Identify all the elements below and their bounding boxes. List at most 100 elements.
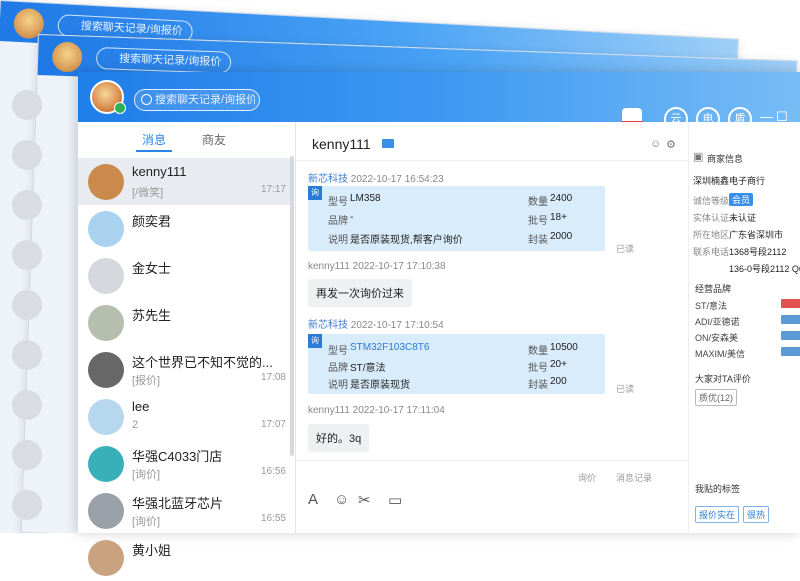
contact-item[interactable]: 金女士 (78, 252, 290, 299)
tab-business-friends[interactable]: 商友 (202, 131, 226, 148)
review-tag[interactable]: 质优(12) (695, 389, 738, 406)
my-tag[interactable]: 报价实在 (695, 506, 740, 523)
brands-title: 经营品牌 (695, 284, 732, 294)
inquiry-link[interactable]: 询价 (578, 471, 596, 484)
contact-time: 17:08 (260, 372, 286, 383)
contact-time: 16:55 (260, 513, 286, 524)
emoji-icon[interactable]: ☺ (334, 491, 349, 508)
ghost-avatar-2 (51, 41, 83, 73)
pack-label: 封装 (528, 235, 548, 246)
sender-name: 新芯科技 (308, 174, 348, 185)
region-value: 广东省深圳市 (729, 230, 784, 240)
member-badge: 会员 (729, 193, 754, 206)
folder-icon[interactable]: ▭ (388, 491, 402, 509)
inquiry-card[interactable]: 询 型号 LM358 品牌 - 说明 是否原装现货,帮客户询价 数量 2400 … (308, 186, 605, 251)
brand-label: 品牌 (328, 363, 348, 374)
contact-time: 17:17 (260, 184, 286, 195)
chat-title: kenny111 (312, 136, 371, 152)
active-tab-indicator (136, 150, 172, 152)
sender-name: kenny111 (308, 405, 350, 416)
font-icon[interactable]: A (308, 491, 318, 508)
contact-item[interactable]: lee 2 17:07 (78, 393, 290, 440)
note-value: 是否原装现货,帮客户询价 (350, 235, 463, 246)
brand-item: MAXIM/美信 (695, 349, 746, 359)
inquiry-flag: 询 (308, 334, 322, 348)
user-icon[interactable]: ☺ (650, 138, 661, 150)
contact-avatar (88, 258, 124, 294)
contact-name: 华强C4033门店 (132, 449, 223, 464)
batch-label: 批号 (528, 216, 548, 227)
model-link[interactable]: STM32F103C8T6 (350, 342, 429, 353)
online-status-icon (114, 102, 126, 114)
screenshot-icon[interactable]: ✂ (358, 491, 371, 509)
contact-avatar (88, 211, 124, 247)
contact-name: 这个世界已不知不觉的... (132, 355, 273, 370)
tab-messages[interactable]: 消息 (142, 131, 166, 148)
contact-item[interactable]: 黄小姐 (78, 534, 290, 581)
contact-avatar (88, 352, 124, 388)
ghost-search-1: 搜索聊天记录/询报价 (57, 14, 194, 44)
qty-label: 数量 (528, 197, 548, 208)
review-title: 大家对TA评价 (695, 374, 751, 384)
batch-value: 18+ (550, 212, 567, 223)
contact-item[interactable]: 苏先生 (78, 299, 290, 346)
seller-info-panel: ▣ 商家信息 深圳楠鑫电子商行 诚信等级 会员 实体认证 未认证 所在地区 广东… (688, 122, 800, 533)
brand-item: ADI/亚德诺 (695, 317, 740, 327)
contact-name: 黄小姐 (132, 543, 172, 558)
ghost-contact-column (0, 90, 50, 530)
message-meta: 新芯科技 2022-10-17 16:54:23 (308, 170, 444, 185)
contact-name: 苏先生 (132, 308, 172, 323)
contact-preview: [报价] (132, 375, 161, 387)
model-value: LM358 (350, 193, 381, 204)
pack-value: 200 (550, 376, 567, 387)
chat-window: new 云 电 盾 — ☐ 消息 商友 kenny111[/微笑]17:17颜奕… (78, 72, 800, 576)
text-message: 好的。3q (308, 424, 370, 452)
contact-preview: [/微笑] (132, 187, 164, 199)
brand-bar (781, 315, 800, 324)
inquiry-card[interactable]: 询 型号 STM32F103C8T6 品牌 ST/意法 说明 是否原装现货 数量… (308, 334, 605, 394)
contact-preview: [询价] (132, 469, 161, 481)
credit-level-label: 诚信等级 (693, 196, 730, 206)
model-label: 型号 (328, 197, 348, 208)
shop-icon: ▣ (693, 151, 704, 163)
contact-item[interactable]: 颜奕君 (78, 205, 290, 252)
brand-value: - (350, 212, 354, 223)
chat-panel: kenny111 ☺ ⚙ 新芯科技 2022-10-17 16:54:23 询 … (296, 122, 688, 533)
input-toolbar: 询价 消息记录 A ☺ ✂ ▭ (296, 460, 688, 533)
conversation-tabs: 消息 商友 (78, 122, 296, 156)
search-input[interactable] (155, 92, 255, 108)
region-label: 所在地区 (693, 230, 730, 240)
message-meta: 新芯科技 2022-10-17 17:10:54 (308, 316, 444, 331)
info-title: 商家信息 (707, 154, 744, 164)
my-avatar[interactable] (90, 80, 126, 114)
history-link[interactable]: 消息记录 (616, 471, 652, 484)
contact-preview: [询价] (132, 516, 161, 528)
read-receipt: 已读 (616, 244, 635, 254)
contact-name: kenny111 (132, 164, 187, 179)
contact-item[interactable]: kenny111 [/微笑] 17:17 (78, 158, 290, 205)
pack-label: 封装 (528, 380, 548, 391)
message-meta: kenny111 2022-10-17 17:11:04 (308, 405, 445, 416)
contact-list-scrollbar[interactable] (290, 156, 294, 456)
company-name[interactable]: 深圳楠鑫电子商行 (693, 174, 765, 187)
ghost-window-1-titlebar (0, 1, 738, 80)
message-time: 2022-10-17 16:54:23 (350, 174, 444, 185)
chat-header-divider (296, 160, 688, 161)
search-box[interactable] (134, 89, 260, 111)
message-time: 2022-10-17 17:10:38 (352, 261, 446, 272)
batch-value: 20+ (550, 359, 567, 370)
settings-icon[interactable]: ⚙ (666, 138, 676, 151)
top-bar (78, 72, 800, 122)
contact-item[interactable]: 华强C4033门店 [询价] 16:56 (78, 440, 290, 487)
message-meta: kenny111 2022-10-17 17:10:38 (308, 261, 446, 272)
ghost-search-2: 搜索聊天记录/询报价 (95, 47, 232, 74)
qty-value: 10500 (550, 342, 578, 353)
contact-avatar (88, 399, 124, 435)
contact-item[interactable]: 华强北蓝牙芯片 [询价] 16:55 (78, 487, 290, 534)
model-label: 型号 (328, 346, 348, 357)
contact-avatar (88, 540, 124, 576)
contact-item[interactable]: 这个世界已不知不觉的... [报价] 17:08 (78, 346, 290, 393)
my-tag[interactable]: 很热 (743, 506, 770, 523)
note-label: 说明 (328, 380, 348, 391)
batch-label: 批号 (528, 363, 548, 374)
